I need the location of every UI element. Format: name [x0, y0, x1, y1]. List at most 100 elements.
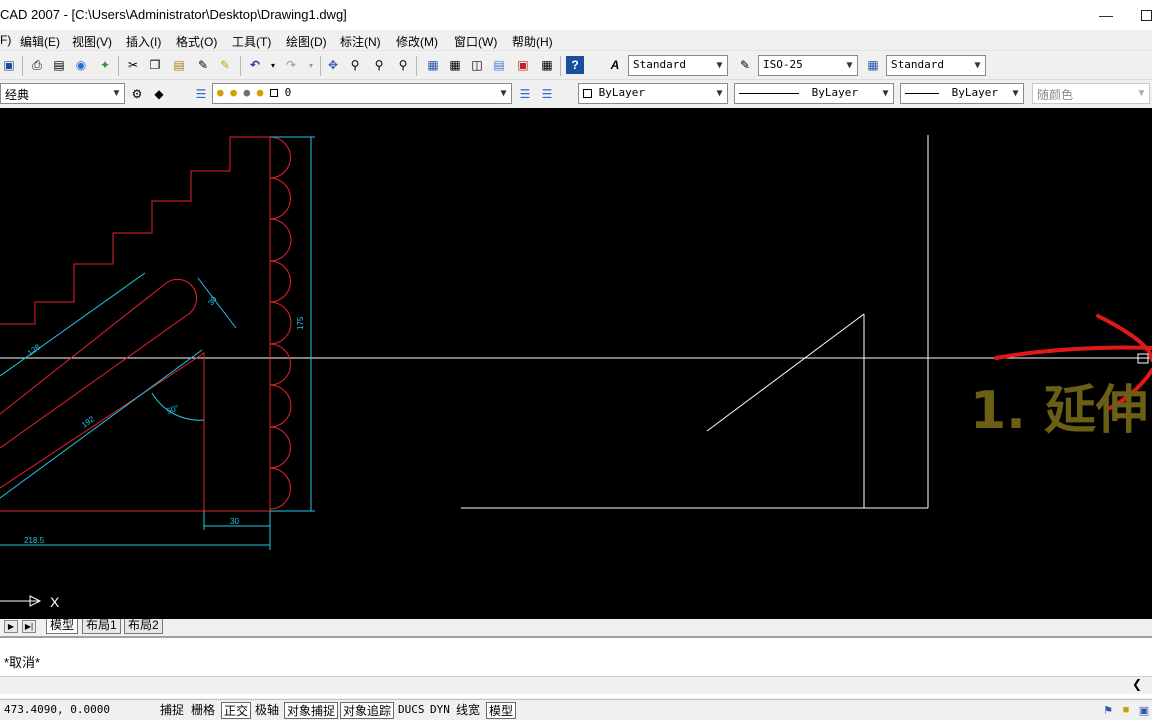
cut-icon[interactable]: ✂ — [124, 56, 142, 74]
menu-help[interactable]: 帮助(H) — [512, 33, 553, 50]
layer-previous-icon[interactable]: ☰ — [538, 85, 556, 103]
maximize-button[interactable] — [1134, 4, 1152, 26]
print-icon[interactable]: ⎙ — [28, 56, 46, 74]
lineweight-value: ByLayer — [951, 86, 998, 99]
chevron-down-icon: ▼ — [716, 60, 723, 71]
match-properties-icon[interactable]: ✎ — [194, 56, 212, 74]
menu-dimension[interactable]: 标注(N) — [340, 33, 381, 50]
menu-bar: F) 编辑(E) 视图(V) 插入(I) 格式(O) 工具(T) 绘图(D) 标… — [0, 30, 1152, 51]
title-bar: CAD 2007 - [C:\Users\Administrator\Deskt… — [0, 0, 1152, 30]
undo-dropdown-icon[interactable]: ▾ — [264, 56, 282, 74]
publish-icon[interactable]: ◉ — [72, 56, 90, 74]
tab-layout1[interactable]: 布局1 — [82, 619, 121, 634]
ortho-toggle[interactable]: 正交 — [221, 702, 252, 719]
tab-next-button[interactable]: ▶ — [4, 620, 18, 633]
redo-dropdown-icon[interactable]: ▾ — [302, 56, 320, 74]
layer-plot-icon: ● — [256, 86, 264, 99]
zoom-previous-icon[interactable]: ⚲ — [394, 56, 412, 74]
paste-icon[interactable]: ▤ — [170, 56, 188, 74]
scroll-left-icon[interactable]: ❮ — [1132, 677, 1142, 691]
minimize-button[interactable]: — — [1094, 4, 1118, 26]
clean-screen-icon[interactable]: ▣ — [1136, 702, 1152, 718]
otrack-toggle[interactable]: 对象追踪 — [340, 702, 395, 719]
coordinate-readout[interactable]: 473.4090, 0.0000 — [4, 703, 110, 716]
osnap-toggle[interactable]: 对象捕捉 — [284, 702, 339, 719]
model-space-toggle[interactable]: 模型 — [486, 702, 517, 719]
menu-modify[interactable]: 修改(M) — [396, 33, 438, 50]
help-icon[interactable]: ? — [566, 56, 584, 74]
linetype-select[interactable]: ByLayer ▼ — [734, 83, 894, 104]
drawing-canvas[interactable]: 175 30 30 218.5 128 192 50° 1. 延伸 X — [0, 108, 1152, 619]
slot-end-arc — [164, 278, 198, 314]
lineweight-sample — [905, 92, 939, 94]
plot-style-value: 随颜色 — [1037, 88, 1074, 102]
toolbar-separator — [22, 56, 23, 76]
workspace-select[interactable]: 经典 ▼ — [0, 83, 125, 104]
plot-style-select[interactable]: 随颜色 ▼ — [1032, 83, 1150, 104]
block-editor-icon[interactable]: ✎ — [216, 56, 234, 74]
make-current-layer-icon[interactable]: ☰ — [516, 85, 534, 103]
undo-icon[interactable]: ↶ — [246, 56, 264, 74]
dim-style-select[interactable]: ISO-25 ▼ — [758, 55, 858, 76]
menu-file[interactable]: F) — [0, 33, 11, 47]
menu-window[interactable]: 窗口(W) — [454, 33, 497, 50]
pan-icon[interactable]: ✥ — [324, 56, 342, 74]
3d-dwf-icon[interactable]: ✦ — [96, 56, 114, 74]
snap-toggle[interactable]: 捕捉 — [158, 702, 186, 719]
tool-palettes-icon[interactable]: ◫ — [468, 56, 486, 74]
lineweight-toggle[interactable]: 线宽 — [454, 702, 482, 719]
diagonal-line — [706, 313, 865, 432]
save-icon[interactable]: ▣ — [0, 56, 18, 74]
properties-icon[interactable]: ▦ — [424, 56, 442, 74]
grid-toggle[interactable]: 栅格 — [189, 702, 217, 719]
zoom-window-icon[interactable]: ⚲ — [370, 56, 388, 74]
layer-lock-icon: ● — [243, 86, 251, 99]
minimize-icon: — — [1099, 7, 1113, 23]
text-style-icon: A — [610, 58, 620, 72]
layer-select[interactable]: ● ● ● ● 0 ▼ — [212, 83, 512, 104]
chevron-down-icon: ▼ — [1136, 88, 1147, 99]
color-swatch — [583, 88, 592, 98]
chevron-down-icon: ▼ — [974, 60, 981, 71]
plot-preview-icon[interactable]: ▤ — [50, 56, 68, 74]
layer-manager-icon[interactable]: ☰ — [192, 85, 210, 103]
markup-icon[interactable]: ▣ — [514, 56, 532, 74]
dim-line-192 — [0, 349, 203, 499]
table-style-select[interactable]: Standard ▼ — [886, 55, 986, 76]
menu-view[interactable]: 视图(V) — [72, 33, 112, 50]
slot-edge-upper — [0, 283, 166, 415]
polar-toggle[interactable]: 极轴 — [253, 702, 281, 719]
redo-icon[interactable]: ↷ — [282, 56, 300, 74]
command-scrollbar[interactable]: ❮ — [0, 676, 1152, 694]
tab-layout2[interactable]: 布局2 — [124, 619, 163, 634]
menu-format[interactable]: 格式(O) — [176, 33, 217, 50]
menu-tools[interactable]: 工具(T) — [232, 33, 271, 50]
design-center-icon[interactable]: ▦ — [446, 56, 464, 74]
lock-icon[interactable]: ■ — [1118, 702, 1134, 718]
command-history-line: *取消* — [4, 655, 41, 670]
linetype-value: ByLayer — [811, 86, 858, 99]
play-icon: ▶ — [7, 622, 15, 631]
scalloped-edge — [269, 136, 292, 510]
dimensions-group — [0, 136, 315, 550]
sheet-set-icon[interactable]: ▤ — [490, 56, 508, 74]
text-style-select[interactable]: Standard ▼ — [628, 55, 728, 76]
calculator-icon[interactable]: ▦ — [538, 56, 556, 74]
menu-draw[interactable]: 绘图(D) — [286, 33, 327, 50]
menu-insert[interactable]: 插入(I) — [126, 33, 161, 50]
dyn-toggle[interactable]: DYN — [428, 702, 452, 719]
tab-last-button[interactable]: ▶| — [22, 620, 36, 633]
menu-edit[interactable]: 编辑(E) — [20, 33, 60, 50]
tab-model[interactable]: 模型 — [46, 619, 79, 634]
dim-text-218: 218.5 — [24, 536, 45, 545]
layer-freeze-icon: ● — [230, 86, 237, 99]
copy-icon[interactable]: ❐ — [146, 56, 164, 74]
lineweight-select[interactable]: ByLayer ▼ — [900, 83, 1024, 104]
workspace-settings-icon[interactable]: ⚙ — [128, 85, 146, 103]
dim-line-30-slot — [197, 277, 237, 329]
ducs-toggle[interactable]: DUCS — [396, 702, 427, 719]
workspace-save-icon[interactable]: ◆ — [150, 85, 168, 103]
communication-center-icon[interactable]: ⚑ — [1100, 702, 1116, 718]
zoom-realtime-icon[interactable]: ⚲ — [346, 56, 364, 74]
color-select[interactable]: ByLayer ▼ — [578, 83, 728, 104]
